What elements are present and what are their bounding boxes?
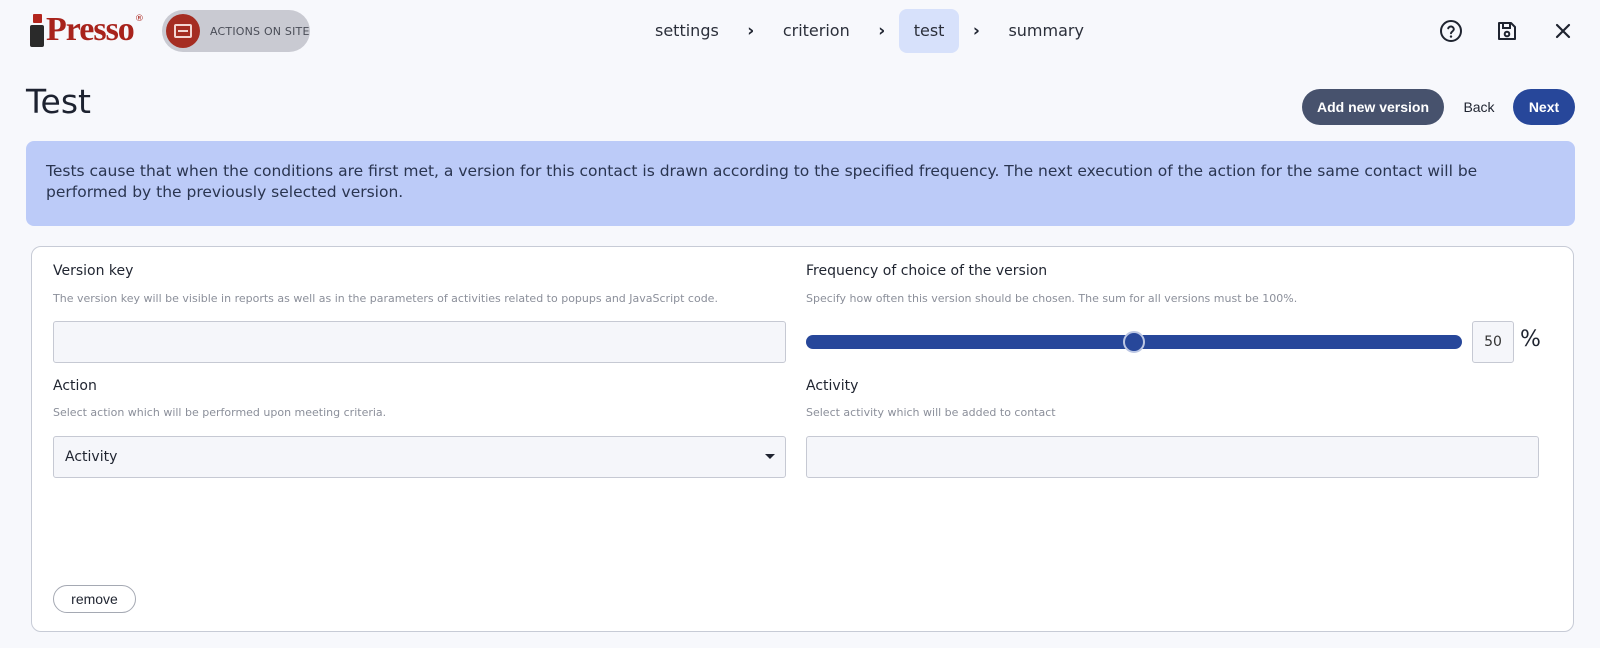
module-label: ACTIONS ON SITE bbox=[210, 24, 310, 38]
chevron-right-icon: › bbox=[972, 21, 980, 41]
caret-down-icon bbox=[765, 454, 775, 459]
version-key-help: The version key will be visible in repor… bbox=[53, 292, 718, 305]
remove-version-button[interactable]: remove bbox=[53, 585, 136, 613]
step-test[interactable]: test bbox=[898, 9, 960, 53]
add-new-version-button[interactable]: Add new version bbox=[1302, 89, 1444, 125]
frequency-label: Frequency of choice of the version bbox=[806, 263, 1048, 279]
wizard-steps: settings › criterion › test › summary bbox=[640, 9, 1099, 53]
activity-help: Select activity which will be added to c… bbox=[806, 406, 1056, 419]
frequency-value-input[interactable]: 50 bbox=[1472, 321, 1514, 363]
step-settings[interactable]: settings bbox=[640, 9, 734, 53]
top-bar: Presso ® ACTIONS ON SITE settings › crit… bbox=[0, 0, 1600, 62]
version-key-input[interactable] bbox=[53, 321, 786, 363]
action-label: Action bbox=[53, 378, 97, 394]
activity-input[interactable] bbox=[806, 436, 1539, 478]
module-badge[interactable]: ACTIONS ON SITE bbox=[162, 10, 310, 52]
activity-label: Activity bbox=[806, 378, 859, 394]
version-key-label: Version key bbox=[53, 263, 134, 279]
close-icon[interactable] bbox=[1548, 16, 1578, 46]
action-select[interactable]: Activity bbox=[53, 436, 786, 478]
step-criterion[interactable]: criterion bbox=[768, 9, 865, 53]
logo-text: Presso bbox=[46, 11, 135, 48]
help-icon[interactable] bbox=[1436, 16, 1466, 46]
info-banner: Tests cause that when the conditions are… bbox=[26, 141, 1575, 226]
step-summary[interactable]: summary bbox=[993, 9, 1099, 53]
percent-unit: % bbox=[1520, 327, 1541, 352]
actions-on-site-icon bbox=[166, 14, 200, 48]
back-button[interactable]: Back bbox=[1456, 89, 1502, 125]
version-card: Version key The version key will be visi… bbox=[31, 246, 1574, 632]
chevron-right-icon: › bbox=[878, 21, 886, 41]
frequency-help: Specify how often this version should be… bbox=[806, 292, 1298, 305]
top-actions bbox=[1436, 16, 1578, 46]
page-title: Test bbox=[26, 82, 91, 121]
logo-i-mark bbox=[30, 14, 44, 47]
frequency-slider-thumb[interactable] bbox=[1123, 331, 1145, 353]
ipresso-logo[interactable]: Presso ® bbox=[30, 10, 144, 50]
chevron-right-icon: › bbox=[747, 21, 755, 41]
action-help: Select action which will be performed up… bbox=[53, 406, 387, 419]
next-button[interactable]: Next bbox=[1513, 89, 1575, 125]
action-selected-value: Activity bbox=[65, 449, 118, 465]
save-icon[interactable] bbox=[1492, 16, 1522, 46]
